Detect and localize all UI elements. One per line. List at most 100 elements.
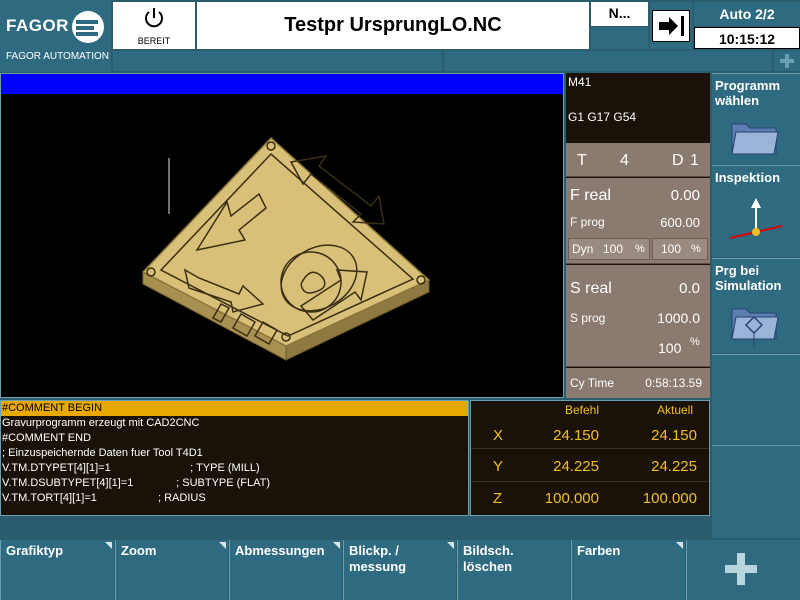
clear-screen-softkey[interactable]: Bildsch. löschen — [457, 540, 570, 600]
power-status-button[interactable]: BEREIT — [113, 2, 195, 49]
axis-position-panel: Befehl Aktuell X 24.150 24.150 Y 24.225 … — [470, 400, 710, 516]
axis-actual: 100.000 — [642, 490, 697, 507]
dyn-label: Dyn — [572, 242, 594, 256]
axis-actual: 24.225 — [651, 458, 697, 475]
inspection-label: Inspektion — [715, 170, 781, 185]
viewpoint-measure-label: Blickp. / messung — [349, 543, 407, 574]
sprog-value: 1000.0 — [657, 310, 700, 326]
program-line[interactable]: Gravurprogramm erzeugt mit CAD2CNC — [1, 416, 468, 431]
program-title-box: Testpr UrsprungLO.NC — [197, 2, 589, 49]
part-view — [141, 136, 431, 361]
axis-label: Y — [493, 458, 504, 475]
axis-command: 24.150 — [553, 427, 599, 444]
dyn-box: Dyn 100 % — [568, 238, 650, 260]
clock: 10:15:12 — [694, 27, 800, 49]
freal-value: 0.00 — [670, 187, 700, 204]
sprog-label: S prog — [570, 311, 606, 325]
brand-subtitle: FAGOR AUTOMATION — [6, 51, 109, 62]
plus-softkey[interactable] — [686, 540, 800, 600]
plus-icon[interactable] — [774, 51, 800, 71]
power-status-label: BEREIT — [137, 36, 171, 46]
m-code: M41 — [568, 75, 592, 89]
program-line[interactable]: #COMMENT END — [1, 431, 468, 446]
s-override-value: 100 — [658, 340, 682, 356]
mode-label: Auto 2/2 — [694, 2, 800, 26]
program-line[interactable]: V.TM.DTYPET[4][1]=1 ; TYPE (MILL) — [1, 461, 468, 476]
dimensions-softkey[interactable]: Abmessungen — [229, 540, 342, 600]
clear-screen-label: Bildsch. löschen — [463, 543, 514, 574]
program-title: Testpr UrsprungLO.NC — [284, 14, 502, 36]
tool-value: 4 — [620, 152, 629, 169]
submenu-corner-icon — [105, 542, 112, 549]
axis-label: X — [493, 427, 504, 444]
submenu-corner-icon — [676, 542, 683, 549]
exit-button[interactable] — [650, 2, 692, 49]
brand-name: FAGOR — [6, 16, 69, 35]
message-bar — [113, 51, 442, 71]
fagor-logo: FAGOR FAGOR AUTOMATION — [0, 0, 111, 72]
program-at-simulation-label: Prg bei Simulation — [715, 263, 782, 293]
program-listing[interactable]: #COMMENT BEGIN Gravurprogramm erzeugt mi… — [0, 400, 469, 516]
axis-row-z: Z 100.000 100.000 — [471, 484, 709, 514]
submenu-corner-icon — [333, 542, 340, 549]
graphic-type-label: Grafiktyp — [6, 543, 64, 558]
fprog-label: F prog — [570, 215, 605, 229]
sreal-label: S real — [570, 280, 612, 297]
select-program-label: Programm wählen — [715, 78, 781, 108]
program-line[interactable]: V.TM.TORT[4][1]=1 ; RADIUS — [1, 491, 468, 506]
inspection-softkey[interactable]: Inspektion — [712, 165, 800, 257]
simulation-graphics[interactable] — [0, 73, 564, 398]
program-line[interactable]: ; Einzuspeichernde Daten fuer Tool T4D1 — [1, 446, 468, 461]
feed-section: F real 0.00 F prog 600.00 Dyn 100 % 100 … — [566, 178, 710, 264]
axis-label: Z — [493, 490, 503, 507]
zoom-label: Zoom — [121, 543, 157, 558]
axis-divider — [471, 448, 709, 449]
command-header: Befehl — [565, 403, 600, 417]
axis-row-y: Y 24.225 24.225 — [471, 452, 709, 482]
cytime-value: 0:58:13.59 — [645, 376, 702, 390]
zoom-softkey[interactable]: Zoom — [115, 540, 228, 600]
submenu-corner-icon — [219, 542, 226, 549]
spindle-section: S real 0.0 S prog 1000.0 100 % — [566, 265, 710, 367]
viewpoint-measure-softkey[interactable]: Blickp. / messung — [343, 540, 456, 600]
softkey-divider-strip — [0, 518, 712, 538]
graphic-type-softkey[interactable]: Grafiktyp — [0, 540, 114, 600]
fagor-mark-icon — [72, 11, 104, 43]
cycle-time-section: Cy Time 0:58:13.59 — [566, 368, 710, 398]
softkey-empty-5[interactable] — [712, 445, 800, 538]
sreal-value: 0.0 — [679, 280, 700, 297]
d-value: 1 — [690, 152, 699, 169]
s-override-unit: % — [690, 336, 700, 348]
inspection-icon — [729, 198, 783, 239]
softkey-empty-4[interactable] — [712, 354, 800, 444]
d-label: D — [672, 152, 684, 169]
axis-command: 100.000 — [544, 490, 599, 507]
tool-section: T 4 D 1 — [566, 143, 710, 177]
exit-icon — [652, 10, 690, 42]
part-top-face — [141, 136, 431, 347]
axis-command: 24.225 — [553, 458, 599, 475]
f-override-box: 100 % — [652, 238, 708, 260]
axis-actual: 24.150 — [651, 427, 697, 444]
dimensions-label: Abmessungen — [235, 543, 325, 558]
cytime-label: Cy Time — [570, 376, 615, 390]
fprog-value: 600.00 — [660, 215, 700, 230]
folder-simulation-icon — [731, 308, 779, 347]
power-icon — [145, 8, 163, 28]
tool-label: T — [577, 152, 587, 169]
f-override-value: 100 — [661, 242, 682, 256]
colors-softkey[interactable]: Farben — [571, 540, 685, 600]
status-panel: M41 G1 G17 G54 T 4 D 1 F real 0.00 F pro… — [566, 73, 710, 398]
program-line-current[interactable]: #COMMENT BEGIN — [1, 401, 468, 416]
block-number: N... — [591, 2, 648, 26]
program-at-simulation-softkey[interactable]: Prg bei Simulation — [712, 258, 800, 353]
folder-icon — [731, 123, 779, 155]
f-override-unit: % — [691, 243, 701, 255]
submenu-corner-icon — [447, 542, 454, 549]
axis-divider — [471, 481, 709, 482]
actual-header: Aktuell — [657, 403, 694, 417]
axis-row-x: X 24.150 24.150 — [471, 421, 709, 451]
select-program-softkey[interactable]: Programm wählen — [712, 73, 800, 164]
message-bar-right — [444, 51, 772, 71]
program-line[interactable]: V.TM.DSUBTYPET[4][1]=1 ; SUBTYPE (FLAT) — [1, 476, 468, 491]
